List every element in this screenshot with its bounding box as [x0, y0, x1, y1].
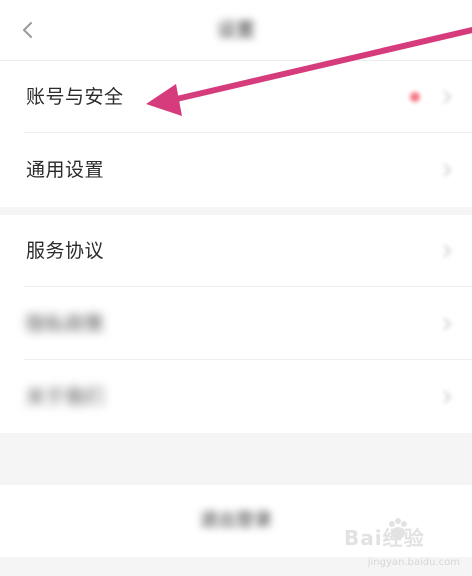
row-service-agreement[interactable]: 服务协议 [0, 215, 472, 287]
notification-badge [410, 92, 420, 102]
divider [24, 286, 472, 287]
watermark-text: Bai经验 [344, 526, 425, 550]
divider [24, 132, 472, 133]
settings-page: 设置 账号与安全 通用设置 服务协议 隐私政策 关于我们 退出登录 Bai经验 … [0, 0, 472, 576]
page-title: 设置 [216, 19, 255, 41]
watermark-subtext: jingyan.baidu.com [367, 557, 460, 568]
chevron-right-icon [443, 317, 452, 331]
row-privacy-policy[interactable]: 隐私政策 [0, 288, 472, 360]
row-label: 账号与安全 [26, 86, 124, 108]
chevron-right-icon [443, 163, 452, 177]
row-label: 服务协议 [26, 240, 105, 262]
row-account-security[interactable]: 账号与安全 [0, 61, 472, 133]
row-general-settings[interactable]: 通用设置 [0, 134, 472, 206]
chevron-right-icon [443, 244, 452, 258]
row-label: 隐私政策 [26, 313, 105, 335]
baidu-jingyan-watermark: Bai经验 jingyan.baidu.com [344, 512, 464, 568]
header-bar: 设置 [0, 0, 472, 61]
chevron-right-icon [443, 90, 452, 104]
row-label: 关于我们 [26, 386, 105, 408]
settings-group-account: 账号与安全 通用设置 [0, 61, 472, 207]
row-about-us[interactable]: 关于我们 [0, 361, 472, 433]
chevron-right-icon [443, 390, 452, 404]
row-label: 通用设置 [26, 159, 105, 181]
divider [24, 359, 472, 360]
settings-group-about: 服务协议 隐私政策 关于我们 [0, 215, 472, 433]
